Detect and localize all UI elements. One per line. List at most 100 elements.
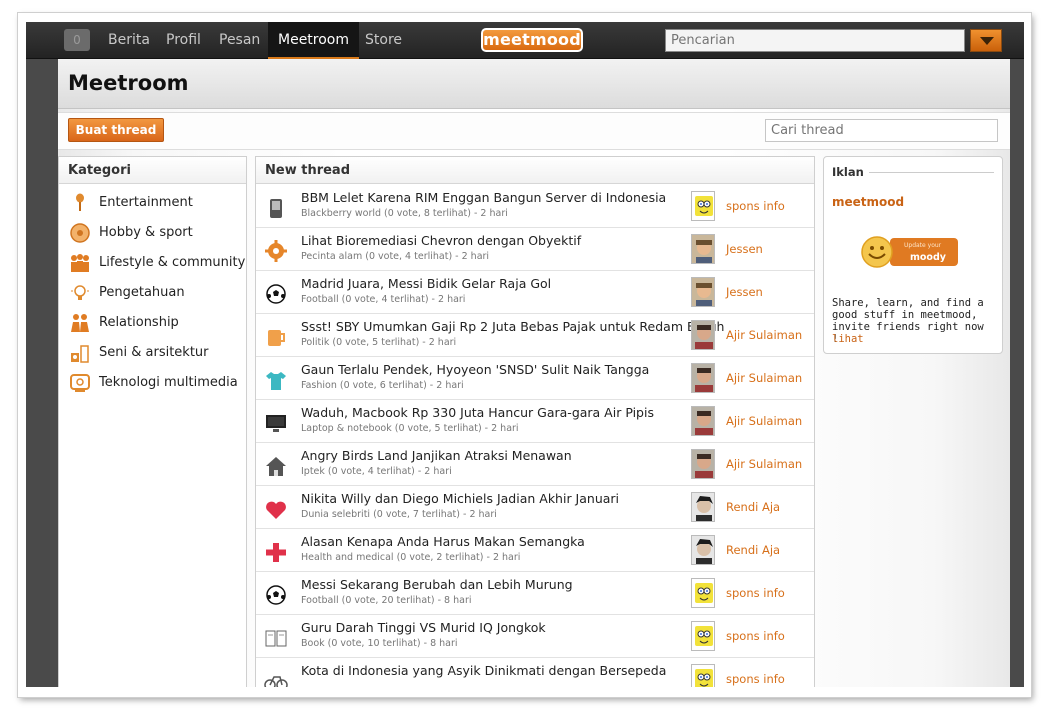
thread-title[interactable]: Angry Birds Land Janjikan Atraksi Menawa… bbox=[301, 448, 572, 463]
people-icon bbox=[71, 254, 89, 272]
page-header: Meetroom bbox=[58, 59, 1010, 109]
thread-title[interactable]: Waduh, Macbook Rp 330 Juta Hancur Gara-g… bbox=[301, 405, 654, 420]
nav-pesan[interactable]: Pesan bbox=[209, 22, 270, 59]
nav-store[interactable]: Store bbox=[355, 22, 412, 59]
thread-title[interactable]: Gaun Terlalu Pendek, Hyoyeon 'SNSD' Suli… bbox=[301, 362, 649, 377]
thread-row[interactable]: Guru Darah Tinggi VS Murid IQ Jongkok Boo… bbox=[256, 615, 814, 658]
thread-author[interactable]: Ajir Sulaiman bbox=[726, 457, 802, 471]
update-moody-badge[interactable]: Update your moody bbox=[860, 235, 960, 269]
avatar[interactable] bbox=[691, 234, 715, 264]
meetmood-logo[interactable]: meetmood bbox=[481, 28, 583, 52]
badge-big-text: moody bbox=[910, 252, 947, 263]
category-heading: Kategori bbox=[59, 157, 246, 184]
thread-row[interactable]: Gaun Terlalu Pendek, Hyoyeon 'SNSD' Suli… bbox=[256, 357, 814, 400]
thread-title[interactable]: Lihat Bioremediasi Chevron dengan Obyekt… bbox=[301, 233, 581, 248]
thread-title[interactable]: Kota di Indonesia yang Asyik Dinikmati d… bbox=[301, 663, 666, 678]
soccer-ball-icon bbox=[266, 585, 286, 605]
thread-title[interactable]: Messi Sekarang Berubah dan Lebih Murung bbox=[301, 577, 573, 592]
thread-row[interactable]: Waduh, Macbook Rp 330 Juta Hancur Gara-g… bbox=[256, 400, 814, 443]
thread-author[interactable]: spons info bbox=[726, 199, 785, 213]
create-thread-button[interactable]: Buat thread bbox=[68, 118, 164, 142]
thread-list-heading: New thread bbox=[256, 157, 814, 184]
thread-author[interactable]: spons info bbox=[726, 629, 785, 643]
thread-row[interactable]: Kota di Indonesia yang Asyik Dinikmati d… bbox=[256, 658, 814, 687]
avatar[interactable] bbox=[691, 277, 715, 307]
top-navigation-bar: 0 Berita Profil Pesan Meetroom Store mee… bbox=[26, 22, 1024, 59]
lightbulb-icon bbox=[71, 285, 89, 300]
thread-row[interactable]: Nikita Willy dan Diego Michiels Jadian A… bbox=[256, 486, 814, 529]
thread-author[interactable]: Rendi Aja bbox=[726, 500, 780, 514]
avatar[interactable] bbox=[691, 320, 715, 350]
thread-author[interactable]: spons info bbox=[726, 586, 785, 600]
avatar[interactable] bbox=[691, 406, 715, 436]
soccer-ball-icon bbox=[266, 284, 286, 304]
tv-icon bbox=[70, 374, 90, 392]
thread-title[interactable]: Ssst! SBY Umumkan Gaji Rp 2 Juta Bebas P… bbox=[301, 319, 724, 334]
category-label: Hobby & sport bbox=[99, 225, 193, 240]
thread-author[interactable]: Jessen bbox=[726, 285, 763, 299]
thread-meta: Blackberry world (0 vote, 8 terlihat) - … bbox=[301, 208, 508, 219]
nav-profil[interactable]: Profil bbox=[156, 22, 211, 59]
gear-icon bbox=[265, 240, 287, 262]
heart-icon bbox=[266, 501, 286, 519]
thread-author[interactable]: Ajir Sulaiman bbox=[726, 371, 802, 385]
global-search-input[interactable] bbox=[665, 29, 965, 52]
badge-small-text: Update your bbox=[904, 242, 942, 249]
ad-brand[interactable]: meetmood bbox=[832, 195, 904, 209]
page-title: Meetroom bbox=[68, 71, 189, 95]
thread-meta: Football (0 vote, 4 terlihat) - 2 hari bbox=[301, 294, 466, 305]
phone-icon bbox=[270, 199, 282, 218]
book-icon bbox=[265, 630, 287, 647]
thread-meta: Politik (0 vote, 5 terlihat) - 2 hari bbox=[301, 337, 457, 348]
action-bar: Buat thread bbox=[58, 112, 1010, 150]
thread-row[interactable]: Madrid Juara, Messi Bidik Gelar Raja Gol… bbox=[256, 271, 814, 314]
search-dropdown-button[interactable] bbox=[970, 29, 1002, 52]
page-content: Meetroom Buat thread Kategori Entertainm… bbox=[58, 59, 1010, 687]
thread-row[interactable]: Alasan Kenapa Anda Harus Makan Semangka H… bbox=[256, 529, 814, 572]
thread-row[interactable]: Messi Sekarang Berubah dan Lebih Murung F… bbox=[256, 572, 814, 615]
thread-title[interactable]: Nikita Willy dan Diego Michiels Jadian A… bbox=[301, 491, 619, 506]
category-label: Relationship bbox=[99, 315, 179, 330]
thread-search-input[interactable] bbox=[765, 119, 998, 142]
notification-badge[interactable]: 0 bbox=[64, 29, 90, 51]
thread-row[interactable]: Lihat Bioremediasi Chevron dengan Obyekt… bbox=[256, 228, 814, 271]
category-label: Teknologi multimedia bbox=[99, 375, 238, 390]
avatar[interactable] bbox=[691, 621, 715, 651]
microphone-icon bbox=[76, 193, 84, 211]
thread-title[interactable]: Alasan Kenapa Anda Harus Makan Semangka bbox=[301, 534, 585, 549]
thread-meta: Dunia selebriti (0 vote, 7 terlihat) - 2… bbox=[301, 509, 497, 520]
thread-row[interactable]: BBM Lelet Karena RIM Enggan Bangun Serve… bbox=[256, 185, 814, 228]
avatar[interactable] bbox=[691, 449, 715, 479]
building-icon bbox=[71, 345, 89, 363]
thread-author[interactable]: Rendi Aja bbox=[726, 543, 780, 557]
avatar[interactable] bbox=[691, 363, 715, 393]
house-icon bbox=[266, 457, 286, 476]
category-panel: Kategori Entertainment Hobby & sport Lif… bbox=[58, 156, 247, 687]
thread-author[interactable]: spons info bbox=[726, 672, 785, 686]
couple-icon bbox=[71, 314, 89, 332]
ad-panel: Iklan meetmood Update your moody Share, … bbox=[823, 156, 1003, 354]
thread-title[interactable]: Madrid Juara, Messi Bidik Gelar Raja Gol bbox=[301, 276, 551, 291]
avatar[interactable] bbox=[691, 535, 715, 565]
app-screen: 0 Berita Profil Pesan Meetroom Store mee… bbox=[26, 22, 1024, 687]
nav-berita[interactable]: Berita bbox=[98, 22, 160, 59]
avatar[interactable] bbox=[691, 664, 715, 687]
category-label: Lifestyle & community bbox=[99, 255, 246, 270]
avatar[interactable] bbox=[691, 191, 715, 221]
avatar[interactable] bbox=[691, 578, 715, 608]
mug-icon bbox=[268, 330, 285, 346]
thread-row[interactable]: Angry Birds Land Janjikan Atraksi Menawa… bbox=[256, 443, 814, 486]
thread-meta: Laptop & notebook (0 vote, 5 terlihat) -… bbox=[301, 423, 519, 434]
medical-cross-icon bbox=[266, 543, 286, 562]
category-label: Seni & arsitektur bbox=[99, 345, 209, 360]
thread-author[interactable]: Ajir Sulaiman bbox=[726, 328, 802, 342]
thread-title[interactable]: BBM Lelet Karena RIM Enggan Bangun Serve… bbox=[301, 190, 666, 205]
avatar[interactable] bbox=[691, 492, 715, 522]
thread-title[interactable]: Guru Darah Tinggi VS Murid IQ Jongkok bbox=[301, 620, 546, 635]
thread-row[interactable]: Ssst! SBY Umumkan Gaji Rp 2 Juta Bebas P… bbox=[256, 314, 814, 357]
thread-author[interactable]: Jessen bbox=[726, 242, 763, 256]
nav-meetroom[interactable]: Meetroom bbox=[268, 22, 360, 59]
ad-link[interactable]: lihat bbox=[832, 333, 864, 345]
thread-meta: Health and medical (0 vote, 2 terlihat) … bbox=[301, 552, 521, 563]
thread-author[interactable]: Ajir Sulaiman bbox=[726, 414, 802, 428]
